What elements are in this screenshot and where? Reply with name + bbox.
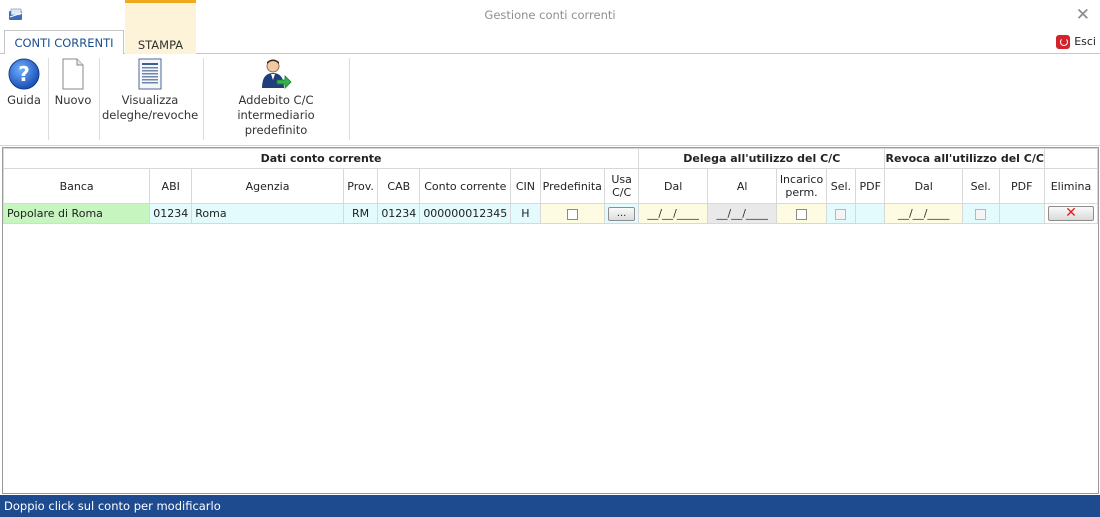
addebito-cc-button[interactable]: Addebito C/C intermediario predefinito bbox=[207, 58, 345, 138]
usa-cc-button[interactable]: ... bbox=[608, 206, 636, 221]
group-revoca: Revoca all'utilizzo del C/C bbox=[884, 148, 1045, 169]
ribbon-separator bbox=[203, 58, 204, 140]
conti-grid: Dati conto corrente Delega all'utilizzo … bbox=[2, 147, 1099, 494]
delega-al-input[interactable]: __/__/____ bbox=[716, 207, 767, 220]
cell-revoca-pdf[interactable] bbox=[998, 203, 1045, 224]
col-predefinita[interactable]: Predefinita bbox=[539, 168, 606, 204]
addebito-label-line1: Addebito C/C bbox=[238, 93, 314, 107]
cell-conto-corrente[interactable]: 000000012345 bbox=[419, 203, 512, 224]
elimina-button[interactable]: ✕ bbox=[1047, 205, 1094, 221]
status-bar: Doppio click sul conto per modificarlo bbox=[0, 495, 1100, 517]
tab-conti-correnti[interactable]: CONTI CORRENTI bbox=[4, 30, 124, 55]
cell-banca[interactable]: Popolare di Roma bbox=[3, 203, 151, 224]
cell-delega-sel[interactable] bbox=[825, 203, 857, 224]
col-banca[interactable]: Banca bbox=[3, 168, 151, 204]
group-delega: Delega all'utilizzo del C/C bbox=[638, 148, 886, 169]
cell-revoca-sel[interactable] bbox=[961, 203, 1000, 224]
cell-usa-cc[interactable]: ... bbox=[604, 203, 640, 224]
col-delega-sel[interactable]: Sel. bbox=[825, 168, 857, 204]
col-cin[interactable]: CIN bbox=[510, 168, 541, 204]
delega-dal-input[interactable]: __/__/____ bbox=[647, 207, 698, 220]
cell-elimina[interactable]: ✕ bbox=[1043, 203, 1098, 224]
group-header-row: Dati conto corrente Delega all'utilizzo … bbox=[3, 148, 1098, 169]
col-revoca-sel[interactable]: Sel. bbox=[961, 168, 1000, 204]
col-conto-corrente[interactable]: Conto corrente bbox=[419, 168, 512, 204]
group-empty bbox=[1043, 148, 1098, 169]
col-revoca-dal[interactable]: Dal bbox=[884, 168, 963, 204]
col-agenzia[interactable]: Agenzia bbox=[191, 168, 344, 204]
nuovo-button[interactable]: Nuovo bbox=[52, 58, 94, 108]
cell-predefinita[interactable] bbox=[539, 203, 606, 224]
help-icon: ? bbox=[8, 58, 40, 90]
col-usa-cc[interactable]: Usa C/C bbox=[604, 168, 640, 204]
ribbon-separator bbox=[99, 58, 100, 140]
column-header-row: Banca ABI Agenzia Prov. CAB Conto corren… bbox=[3, 168, 1098, 204]
predefinita-checkbox[interactable] bbox=[566, 208, 578, 220]
cell-agenzia[interactable]: Roma bbox=[191, 203, 344, 224]
ribbon-separator bbox=[349, 58, 350, 140]
nuovo-label: Nuovo bbox=[54, 93, 92, 107]
guida-label: Guida bbox=[7, 93, 41, 107]
cell-incarico-perm[interactable] bbox=[776, 203, 827, 224]
esci-button[interactable]: Esci bbox=[1056, 34, 1096, 50]
close-icon[interactable]: ✕ bbox=[1076, 5, 1090, 25]
cell-prov[interactable]: RM bbox=[342, 203, 379, 224]
cell-abi[interactable]: 01234 bbox=[149, 203, 193, 224]
delega-sel-checkbox[interactable] bbox=[835, 208, 847, 220]
conti-table: Dati conto corrente Delega all'utilizzo … bbox=[3, 148, 1098, 224]
revoca-dal-input[interactable]: __/__/____ bbox=[898, 207, 949, 220]
col-elimina[interactable]: Elimina bbox=[1043, 168, 1098, 204]
new-document-icon bbox=[62, 58, 84, 90]
col-abi[interactable]: ABI bbox=[149, 168, 193, 204]
cell-cab[interactable]: 01234 bbox=[377, 203, 421, 224]
addebito-label-line2: intermediario predefinito bbox=[237, 108, 315, 137]
cell-delega-pdf[interactable] bbox=[855, 203, 886, 224]
report-icon bbox=[138, 58, 162, 90]
visualizza-label-line2: deleghe/revoche bbox=[102, 108, 199, 122]
tab-stampa[interactable]: STAMPA bbox=[125, 0, 196, 54]
group-dati-conto: Dati conto corrente bbox=[3, 148, 640, 169]
cell-delega-al[interactable]: __/__/____ bbox=[707, 203, 778, 224]
col-delega-pdf[interactable]: PDF bbox=[855, 168, 886, 204]
esci-label: Esci bbox=[1074, 35, 1096, 48]
user-transfer-icon bbox=[262, 59, 292, 89]
table-row[interactable]: Popolare di Roma 01234 Roma RM 01234 000… bbox=[3, 203, 1098, 224]
col-delega-al[interactable]: Al bbox=[707, 168, 778, 204]
visualizza-label-line1: Visualizza bbox=[121, 93, 179, 107]
visualizza-deleghe-button[interactable]: Visualizza deleghe/revoche bbox=[102, 58, 198, 123]
svg-text:?: ? bbox=[18, 62, 30, 86]
col-prov[interactable]: Prov. bbox=[342, 168, 379, 204]
col-delega-dal[interactable]: Dal bbox=[638, 168, 709, 204]
cell-delega-dal[interactable]: __/__/____ bbox=[638, 203, 709, 224]
esci-icon bbox=[1056, 35, 1071, 49]
incarico-perm-checkbox[interactable] bbox=[796, 208, 807, 220]
delete-x-icon: ✕ bbox=[1065, 205, 1077, 221]
revoca-sel-checkbox[interactable] bbox=[975, 208, 987, 220]
tab-bar: STAMPA CONTI CORRENTI Esci bbox=[0, 0, 1100, 55]
col-incarico-perm[interactable]: Incarico perm. bbox=[776, 168, 827, 204]
ribbon-separator bbox=[48, 58, 49, 140]
col-revoca-pdf[interactable]: PDF bbox=[998, 168, 1045, 204]
cell-revoca-dal[interactable]: __/__/____ bbox=[884, 203, 963, 224]
col-cab[interactable]: CAB bbox=[377, 168, 421, 204]
cell-cin[interactable]: H bbox=[510, 203, 541, 224]
guida-button[interactable]: ? Guida bbox=[5, 58, 43, 108]
ribbon: ? Guida Nuovo Visualizza deleghe/revoche bbox=[0, 54, 1100, 146]
